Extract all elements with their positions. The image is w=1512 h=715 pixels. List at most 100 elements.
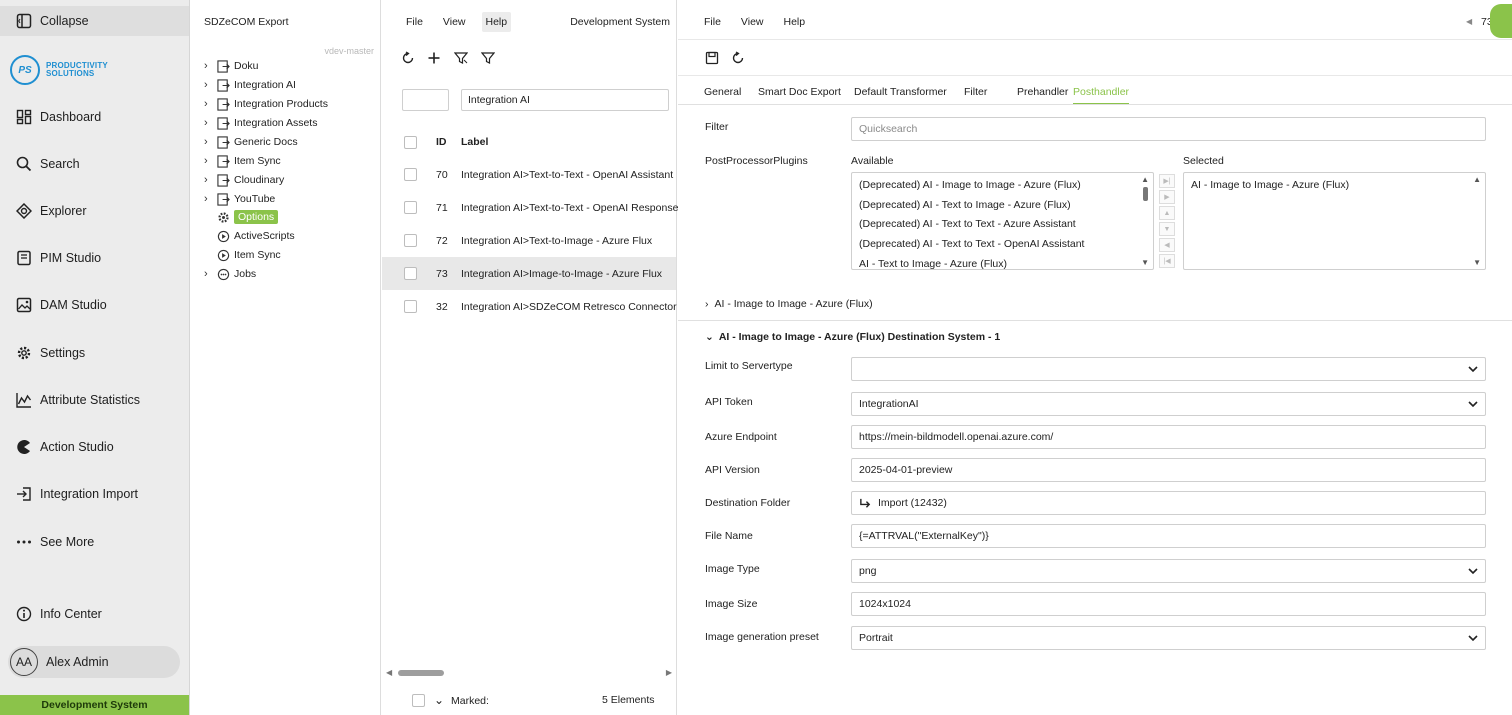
assistant-chat-icon[interactable] [1490, 4, 1512, 38]
expanded-section-header[interactable]: ⌄ AI - Image to Image - Azure (Flux) Dest… [705, 331, 1000, 343]
scroll-up-icon[interactable]: ▲ [1473, 175, 1481, 184]
caret-left-icon[interactable]: ◀ [1466, 17, 1472, 26]
table-row[interactable]: 72 Integration AI>Text-to-Image - Azure F… [382, 224, 676, 257]
tree-node-item-sync[interactable]: › Item Sync [204, 152, 281, 170]
tree-node-jobs[interactable]: › Jobs [204, 265, 256, 283]
chevron-right-icon[interactable]: › [204, 98, 214, 110]
add-button[interactable] [426, 50, 442, 66]
chevron-right-icon[interactable]: › [204, 174, 214, 186]
menu-view[interactable]: View [439, 12, 470, 32]
table-row-selected[interactable]: 73 Integration AI>Image-to-Image - Azure … [382, 257, 676, 290]
list-item[interactable]: AI - Text to Image - Azure (Flux) [859, 258, 1007, 270]
user-menu[interactable]: AA Alex Admin [8, 646, 180, 678]
destination-folder-input[interactable]: Import (12432) [851, 491, 1486, 515]
tree-node-integration-ai[interactable]: › Integration AI [204, 76, 296, 94]
move-first-button[interactable]: ▶| [1159, 174, 1175, 188]
tree-node-activescripts[interactable]: ActiveScripts [216, 227, 295, 245]
nav-dashboard[interactable]: Dashboard [0, 103, 189, 131]
menu-view[interactable]: View [737, 12, 768, 32]
filter-settings-button[interactable] [453, 50, 469, 66]
chevron-right-icon[interactable]: › [204, 268, 214, 280]
tab-general[interactable]: General [704, 86, 741, 98]
tree-node-integration-assets[interactable]: › Integration Assets [204, 114, 317, 132]
row-checkbox[interactable] [404, 300, 417, 313]
file-name-input[interactable]: {=ATTRVAL("ExternalKey")} [851, 524, 1486, 548]
chevron-down-icon[interactable]: ⌄ [434, 693, 444, 707]
list-item[interactable]: (Deprecated) AI - Image to Image - Azure… [859, 179, 1081, 191]
collapsed-section-header[interactable]: › AI - Image to Image - Azure (Flux) [705, 298, 873, 310]
nav-see-more[interactable]: See More [0, 528, 189, 556]
save-button[interactable] [704, 50, 720, 66]
tree-node-doku[interactable]: › Doku [204, 57, 259, 75]
tab-default-transformer[interactable]: Default Transformer [854, 86, 947, 98]
filter-button[interactable] [480, 50, 496, 66]
nav-search[interactable]: Search [0, 150, 189, 178]
scroll-down-icon[interactable]: ▼ [1473, 258, 1481, 267]
chevron-right-icon[interactable]: › [204, 60, 214, 72]
column-header-label[interactable]: Label [461, 136, 488, 148]
tree-node-integration-products[interactable]: › Integration Products [204, 95, 328, 113]
chevron-right-icon[interactable]: › [204, 193, 214, 205]
tab-posthandler[interactable]: Posthandler [1073, 86, 1130, 105]
row-checkbox[interactable] [404, 201, 417, 214]
list-item[interactable]: (Deprecated) AI - Text to Image - Azure … [859, 199, 1071, 211]
table-row[interactable]: 32 Integration AI>SDZeCOM Retresco Connec… [382, 290, 677, 323]
tab-smart-doc-export[interactable]: Smart Doc Export [758, 86, 841, 98]
menu-file[interactable]: File [402, 12, 427, 32]
chevron-right-icon[interactable]: › [204, 136, 214, 148]
move-down-button[interactable]: ▼ [1159, 222, 1175, 236]
table-row[interactable]: 70 Integration AI>Text-to-Text - OpenAI A… [382, 158, 676, 191]
reload-button[interactable] [730, 50, 746, 66]
scroll-left-icon[interactable]: ◀ [386, 668, 392, 677]
menu-help[interactable]: Help [780, 12, 810, 32]
table-row[interactable]: 71 Integration AI>Text-to-Text - OpenAI R… [382, 191, 678, 224]
azure-endpoint-input[interactable]: https://mein-bildmodell.openai.azure.com… [851, 425, 1486, 449]
available-plugins-list[interactable]: (Deprecated) AI - Image to Image - Azure… [851, 172, 1154, 270]
tab-prehandler[interactable]: Prehandler [1017, 86, 1068, 98]
move-left-button[interactable]: ◀ [1159, 238, 1175, 252]
move-up-button[interactable]: ▲ [1159, 206, 1175, 220]
nav-dam-studio[interactable]: DAM Studio [0, 291, 189, 319]
scrollbar-thumb[interactable] [1143, 187, 1148, 201]
chevron-right-icon[interactable]: › [204, 79, 214, 91]
image-size-input[interactable]: 1024x1024 [851, 592, 1486, 616]
nav-integration-import[interactable]: Integration Import [0, 480, 189, 508]
horizontal-scrollbar[interactable]: ◀ ▶ [386, 668, 672, 678]
tree-node-cloudinary[interactable]: › Cloudinary [204, 171, 284, 189]
collapse-button[interactable]: Collapse [0, 6, 189, 36]
refresh-button[interactable] [400, 50, 416, 66]
preset-select[interactable]: Portrait [851, 626, 1486, 650]
row-checkbox[interactable] [404, 267, 417, 280]
scroll-down-icon[interactable]: ▼ [1141, 258, 1149, 267]
menu-help[interactable]: Help [481, 12, 512, 32]
scrollbar-thumb[interactable] [398, 670, 444, 676]
list-item[interactable]: AI - Image to Image - Azure (Flux) [1191, 179, 1349, 191]
nav-action-studio[interactable]: Action Studio [0, 433, 189, 461]
id-filter-input[interactable] [402, 89, 449, 111]
nav-info-center[interactable]: Info Center [0, 600, 189, 628]
tree-node-item-sync-script[interactable]: Item Sync [216, 246, 281, 264]
move-right-button[interactable]: ▶ [1159, 190, 1175, 204]
scroll-up-icon[interactable]: ▲ [1141, 175, 1149, 184]
menu-file[interactable]: File [700, 12, 725, 32]
row-checkbox[interactable] [404, 234, 417, 247]
select-all-checkbox[interactable] [404, 136, 417, 149]
nav-explorer[interactable]: Explorer [0, 197, 189, 225]
tab-filter[interactable]: Filter [964, 86, 987, 98]
image-type-select[interactable]: png [851, 559, 1486, 583]
tree-node-options[interactable]: Options [216, 208, 279, 226]
nav-pim-studio[interactable]: PIM Studio [0, 244, 189, 272]
chevron-right-icon[interactable]: › [204, 117, 214, 129]
column-header-id[interactable]: ID [436, 136, 447, 148]
nav-settings[interactable]: Settings [0, 339, 189, 367]
api-version-input[interactable]: 2025-04-01-preview [851, 458, 1486, 482]
move-last-button[interactable]: |◀ [1159, 254, 1175, 268]
nav-attribute-statistics[interactable]: Attribute Statistics [0, 386, 189, 414]
label-filter-input[interactable]: Integration AI [461, 89, 669, 111]
scroll-right-icon[interactable]: ▶ [666, 668, 672, 677]
quicksearch-input[interactable]: Quicksearch [851, 117, 1486, 141]
row-checkbox[interactable] [404, 168, 417, 181]
list-item[interactable]: (Deprecated) AI - Text to Text - Azure A… [859, 218, 1076, 230]
api-token-select[interactable]: IntegrationAI [851, 392, 1486, 416]
tree-node-generic-docs[interactable]: › Generic Docs [204, 133, 298, 151]
